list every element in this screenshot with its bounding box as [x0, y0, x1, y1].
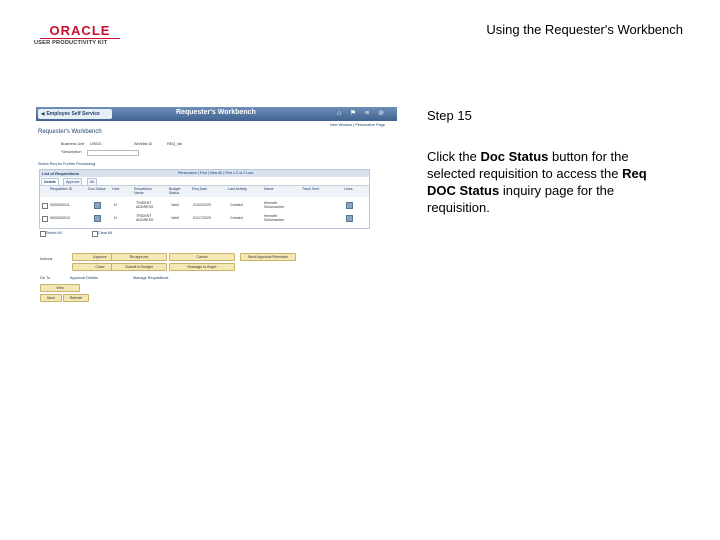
page-links[interactable]: New Window | Personalize Page [330, 123, 385, 127]
description-label: *Description [61, 150, 82, 154]
col-hold[interactable]: Hold [112, 187, 122, 191]
nav-icons: ⌂ ⚑ ≡ ⊘ [334, 109, 396, 119]
page-heading: Requester's Workbench [38, 129, 102, 135]
instruction-text-1: Click the [427, 149, 481, 164]
requester-name: Kenneth Schumacher [264, 201, 285, 209]
logo-product: USER PRODUCTIVITY KIT [34, 40, 108, 46]
hold-value: N [114, 216, 117, 220]
instruction-bold-doc-status: Doc Status [480, 149, 549, 164]
business-unit-label: Business Unit [61, 142, 85, 146]
goto-label: Go To [40, 276, 51, 280]
window-title: Requester's Workbench [176, 109, 256, 116]
col-name[interactable]: Name [264, 187, 280, 191]
description-field[interactable] [87, 150, 139, 156]
select-all-link[interactable]: Select All [46, 231, 62, 235]
requisition-id[interactable]: 0000000015 [50, 216, 70, 220]
manage-requisitions-link[interactable]: Manage Requisitions [133, 276, 168, 280]
budget-status: Valid [171, 216, 179, 220]
requisition-id[interactable]: 0000000011 [50, 203, 70, 207]
last-activity: Created [230, 203, 243, 207]
menu-icon[interactable]: ≡ [362, 109, 372, 119]
cancel-button[interactable]: Cancel [169, 253, 235, 261]
table-row: 0000000015 N TRIDENT ADDRESS Valid 01/17… [40, 212, 369, 225]
row-select-checkbox[interactable] [42, 203, 48, 209]
step-number: Step 15 [427, 108, 472, 123]
lines-icon[interactable] [346, 202, 353, 209]
worklist-label: Worklist ID [134, 142, 153, 146]
logo-brand: ORACLE [49, 23, 111, 38]
grid-header: List of Requisitions Personalize | Find … [40, 170, 369, 177]
requisition-name: TRIDENT ADDRESS [136, 214, 154, 222]
col-req-date[interactable]: Req Date [192, 187, 212, 191]
requisitions-grid: List of Requisitions Personalize | Find … [39, 169, 370, 229]
grid-title: List of Requisitions [42, 171, 80, 176]
table-row: 0000000011 N TRIDENT ADDRESS Valid 01/02… [40, 199, 369, 212]
top-nav-bar: ◀ Employee Self Service Requester's Workb… [36, 107, 397, 121]
refresh-button[interactable]: Refresh [63, 294, 89, 302]
nav-tab-label: Employee Self Service [46, 111, 100, 117]
clear-all-link[interactable]: Clear All [98, 231, 112, 235]
favorites-icon[interactable]: ⚑ [348, 109, 358, 119]
doc-status-icon[interactable] [94, 215, 101, 222]
view-button[interactable]: View [40, 284, 80, 292]
row-select-checkbox[interactable] [42, 216, 48, 222]
send-approval-reminder-button[interactable]: Send Approval Reminder [240, 253, 296, 261]
lines-icon[interactable] [346, 215, 353, 222]
submit-to-budget-button[interactable]: Submit to Budget [111, 263, 167, 271]
req-date: 01/17/2020 [193, 216, 211, 220]
oracle-upk-logo: ORACLE USER PRODUCTIVITY KIT [34, 24, 126, 47]
app-screenshot: ◀ Employee Self Service Requester's Workb… [36, 107, 397, 307]
req-date: 01/02/2020 [193, 203, 211, 207]
worklist-value: REQ_wb [167, 142, 183, 146]
slide-title: Using the Requester's Workbench [486, 22, 683, 37]
actions-icon[interactable]: ⊘ [376, 109, 386, 119]
doc-status-icon[interactable] [94, 202, 101, 209]
actions-label: Actions [40, 257, 53, 261]
reapprove-button[interactable]: Re-approve [111, 253, 167, 261]
reassign-to-buyer-button[interactable]: Reassign to Buyer [169, 263, 235, 271]
budget-status: Valid [171, 203, 179, 207]
home-icon[interactable]: ⌂ [334, 109, 344, 119]
logo-rule [40, 38, 120, 39]
col-track-sent[interactable]: Track Sent [302, 187, 326, 191]
col-last-activity[interactable]: Last Activity [228, 187, 254, 191]
col-doc-status[interactable]: Doc Status [88, 187, 108, 191]
select-req-link[interactable]: Select Req for Further Processing [38, 162, 95, 166]
requisition-name: TRIDENT ADDRESS [136, 201, 154, 209]
nav-tab-employee-self-service[interactable]: ◀ Employee Self Service [38, 109, 112, 119]
hold-value: N [114, 203, 117, 207]
requester-name: Kenneth Schumacher [264, 214, 285, 222]
col-requisition-id[interactable]: Requisition ID [50, 187, 74, 191]
business-unit-value: US001 [90, 142, 102, 146]
chevron-left-icon: ◀ [41, 111, 45, 116]
save-button[interactable]: Save [40, 294, 62, 302]
grid-navigation[interactable]: Personalize | Find | View All | First 1-… [178, 171, 253, 175]
grid-column-headers: Requisition ID Doc Status Hold Requisiti… [40, 185, 369, 197]
approval-details-link[interactable]: Approval Details [70, 276, 98, 280]
col-lines[interactable]: Lines [344, 187, 358, 191]
step-instruction: Click the Doc Status button for the sele… [427, 148, 677, 216]
col-requisition-name[interactable]: Requisition Name [134, 187, 158, 195]
last-activity: Created [230, 216, 243, 220]
col-budget-status[interactable]: Budget Status [169, 187, 187, 195]
